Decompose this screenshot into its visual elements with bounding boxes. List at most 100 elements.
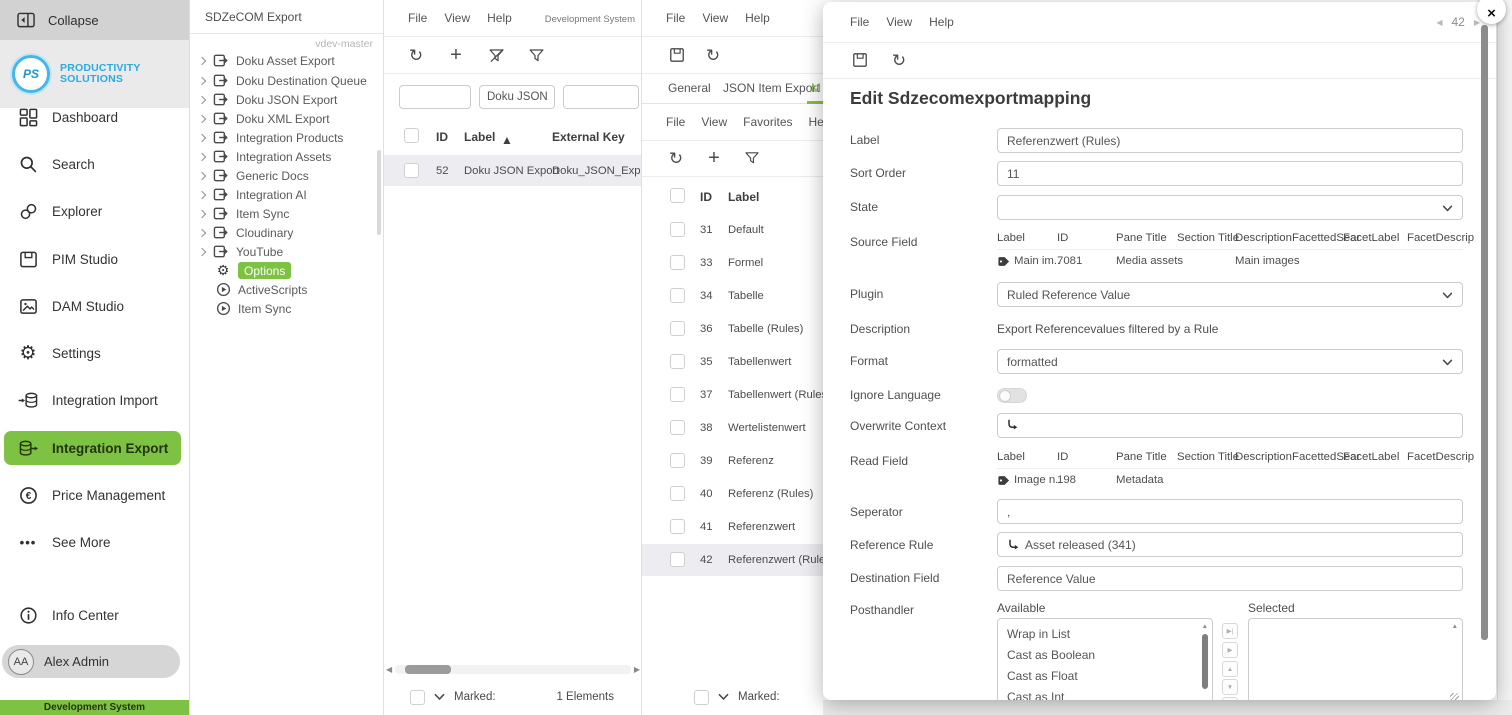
tree-item-item-sync-script[interactable]: Item Sync: [215, 299, 291, 318]
available-listbox[interactable]: Wrap in List Cast as Boolean Cast as Flo…: [997, 618, 1213, 700]
chevron-right-icon[interactable]: [198, 133, 206, 141]
add-button[interactable]: +: [705, 149, 723, 167]
menu-file[interactable]: File: [850, 15, 869, 29]
column-id[interactable]: ID: [700, 190, 712, 204]
row-checkbox[interactable]: [404, 163, 419, 178]
mapping-row-41[interactable]: 41Referenzwert: [642, 511, 824, 543]
move-all-right-button[interactable]: ▶|: [1222, 623, 1238, 639]
dialog-scrollbar[interactable]: [1481, 25, 1488, 640]
row-checkbox[interactable]: [670, 354, 685, 369]
format-select[interactable]: formatted: [997, 349, 1463, 374]
tree-item-activescripts[interactable]: ActiveScripts: [215, 280, 307, 299]
filter-button[interactable]: [527, 46, 545, 64]
sidebar-item-info-center[interactable]: Info Center: [0, 598, 189, 632]
tree-item-doku-asset-export[interactable]: Doku Asset Export: [197, 51, 335, 70]
scrollbar-track[interactable]: [395, 665, 631, 674]
filter-id-input[interactable]: [399, 85, 471, 109]
marked-checkbox[interactable]: [410, 690, 425, 705]
tree-item-generic-docs[interactable]: Generic Docs: [197, 166, 309, 185]
pager-next-icon[interactable]: ▶: [1474, 18, 1480, 27]
column-label[interactable]: Label: [728, 190, 759, 204]
chevron-right-icon[interactable]: [198, 190, 206, 198]
chevron-right-icon[interactable]: [198, 171, 206, 179]
chevron-right-icon[interactable]: [198, 95, 206, 103]
sidebar-item-see-more[interactable]: ••• See More: [0, 525, 189, 559]
chevron-right-icon[interactable]: [198, 247, 206, 255]
seperator-input[interactable]: [997, 499, 1463, 524]
menu-file[interactable]: File: [408, 11, 427, 25]
filter-button[interactable]: [743, 149, 761, 167]
sidebar-item-search[interactable]: Search: [0, 147, 189, 181]
collapse-button[interactable]: Collapse: [0, 0, 189, 40]
tree-scrollbar[interactable]: [377, 150, 381, 235]
refresh-button[interactable]: ↻: [407, 46, 425, 64]
plugin-select[interactable]: Ruled Reference Value: [997, 282, 1463, 307]
row-checkbox[interactable]: [670, 552, 685, 567]
move-down-button[interactable]: ▼: [1222, 679, 1238, 695]
list-item[interactable]: Cast as Boolean: [998, 644, 1212, 665]
refresh-button[interactable]: ↻: [890, 51, 908, 69]
mapping-row-38[interactable]: 38Wertelistenwert: [642, 412, 824, 444]
tree-item-integration-ai[interactable]: Integration AI: [197, 185, 307, 204]
user-menu[interactable]: AA Alex Admin: [2, 645, 180, 678]
mapping-row-33[interactable]: 33Formel: [642, 247, 824, 279]
tab-json-item-export[interactable]: JSON Item Export: [723, 81, 820, 95]
mapping-row-42-selected[interactable]: 42Referenzwert (Rules): [642, 544, 824, 576]
mapping-row-36[interactable]: 36Tabelle (Rules): [642, 313, 824, 345]
scroll-left-icon[interactable]: ◀: [386, 665, 392, 674]
overwrite-context-input[interactable]: [997, 413, 1463, 438]
chevron-down-icon[interactable]: [718, 693, 729, 701]
mapping-row-31[interactable]: 31Default: [642, 214, 824, 246]
tree-item-doku-destination-queue[interactable]: Doku Destination Queue: [197, 71, 367, 90]
row-checkbox[interactable]: [670, 255, 685, 270]
sidebar-item-settings[interactable]: ⚙ Settings: [0, 336, 189, 370]
menu-file[interactable]: File: [666, 115, 685, 129]
chevron-right-icon[interactable]: [198, 56, 206, 64]
marked-checkbox[interactable]: [694, 690, 709, 705]
tab-general[interactable]: General: [668, 81, 711, 95]
chevron-down-icon[interactable]: [434, 693, 445, 701]
list-item[interactable]: Wrap in List: [998, 623, 1212, 644]
row-checkbox[interactable]: [670, 486, 685, 501]
row-checkbox[interactable]: [670, 222, 685, 237]
column-id[interactable]: ID: [436, 130, 448, 144]
chevron-right-icon[interactable]: [198, 228, 206, 236]
menu-view[interactable]: View: [886, 15, 912, 29]
app-logo[interactable]: PS PRODUCTIVITY SOLUTIONS: [0, 40, 189, 108]
sidebar-item-dam-studio[interactable]: DAM Studio: [0, 289, 189, 323]
menu-file[interactable]: File: [666, 11, 685, 25]
refresh-button[interactable]: ↻: [704, 46, 722, 64]
sidebar-item-explorer[interactable]: Explorer: [0, 194, 189, 228]
chevron-right-icon[interactable]: [198, 114, 206, 122]
pager-prev-icon[interactable]: ◀: [1436, 18, 1442, 27]
select-all-checkbox[interactable]: [404, 128, 419, 143]
mapping-row-40[interactable]: 40Referenz (Rules): [642, 478, 824, 510]
mapping-row-35[interactable]: 35Tabellenwert: [642, 346, 824, 378]
menu-view[interactable]: View: [701, 115, 727, 129]
destination-field-input[interactable]: [997, 566, 1463, 591]
menu-help[interactable]: Help: [745, 11, 770, 25]
tree-item-youtube[interactable]: YouTube: [197, 242, 283, 261]
scrollbar-thumb[interactable]: [1202, 634, 1208, 689]
sidebar-item-pim-studio[interactable]: PIM Studio: [0, 242, 189, 276]
menu-view[interactable]: View: [702, 11, 728, 25]
tree-item-doku-xml-export[interactable]: Doku XML Export: [197, 109, 330, 128]
sidebar-item-integration-import[interactable]: Integration Import: [0, 383, 189, 417]
tree-item-integration-products[interactable]: Integration Products: [197, 128, 343, 147]
tree-item-item-sync[interactable]: Item Sync: [197, 204, 289, 223]
refresh-button[interactable]: ↻: [667, 149, 685, 167]
resize-handle[interactable]: [1450, 693, 1459, 700]
tree-item-integration-assets[interactable]: Integration Assets: [197, 147, 331, 166]
chevron-right-icon[interactable]: [198, 209, 206, 217]
list-item[interactable]: Cast as Float: [998, 665, 1212, 686]
save-button[interactable]: [851, 51, 869, 69]
label-input[interactable]: [997, 128, 1463, 153]
mapping-row-34[interactable]: 34Tabelle: [642, 280, 824, 312]
scroll-up-icon[interactable]: ▲: [1452, 623, 1458, 630]
export-row-52[interactable]: 52 Doku JSON Export Doku_JSON_Export: [384, 155, 642, 186]
list-item[interactable]: Cast as Int: [998, 686, 1212, 700]
row-checkbox[interactable]: [670, 321, 685, 336]
mapping-row-37[interactable]: 37Tabellenwert (Rules): [642, 379, 824, 411]
sidebar-item-price-management[interactable]: Price Management: [0, 478, 189, 512]
sort-order-input[interactable]: [997, 161, 1463, 186]
